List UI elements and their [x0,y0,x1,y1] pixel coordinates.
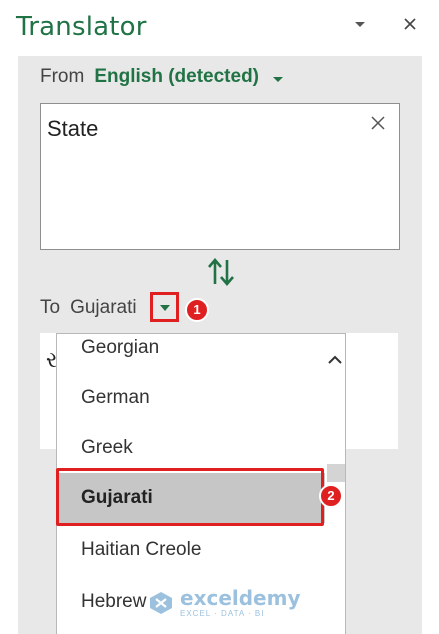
dropdown-item-haitian-creole[interactable]: Haitian Creole [57,525,325,575]
title-bar: Translator [0,0,439,56]
watermark-name: exceldemy [180,586,301,610]
to-language-row: To Gujarati [40,295,137,321]
source-text: State [47,116,99,141]
exceldemy-logo-icon [150,592,172,614]
annotation-badge-1: 1 [185,298,209,322]
chevron-down-icon[interactable] [350,14,370,34]
dropdown-scroll-thumb[interactable] [327,464,345,482]
dropdown-item-gujarati[interactable]: Gujarati [57,473,325,523]
source-text-area[interactable]: State [40,103,400,250]
pane-title: Translator [16,12,147,42]
pane-scrollbar[interactable] [422,56,439,634]
caret-down-icon [160,305,170,311]
translator-pane: Translator From English (detected) State [0,0,439,634]
swap-vertical-icon[interactable] [206,256,236,288]
to-language-select[interactable]: Gujarati [70,297,137,319]
dropdown-item-german[interactable]: German [57,373,325,423]
from-language-row: From English (detected) [40,64,285,90]
close-icon[interactable] [400,14,420,34]
chevron-up-icon[interactable] [327,352,343,368]
watermark-tagline: EXCEL · DATA · BI [180,609,265,618]
dropdown-item-georgian[interactable]: Georgian [57,334,325,373]
to-language-dropdown-button[interactable] [150,292,179,322]
from-language-select[interactable]: English (detected) [94,66,259,88]
close-icon[interactable] [369,114,387,132]
from-label: From [40,66,85,87]
annotation-badge-2: 2 [319,484,343,508]
to-label: To [40,297,61,318]
caret-down-icon[interactable] [271,70,285,84]
dropdown-item-greek[interactable]: Greek [57,423,325,473]
watermark-text: exceldemy EXCEL · DATA · BI [180,588,301,618]
watermark: exceldemy EXCEL · DATA · BI [148,588,301,618]
